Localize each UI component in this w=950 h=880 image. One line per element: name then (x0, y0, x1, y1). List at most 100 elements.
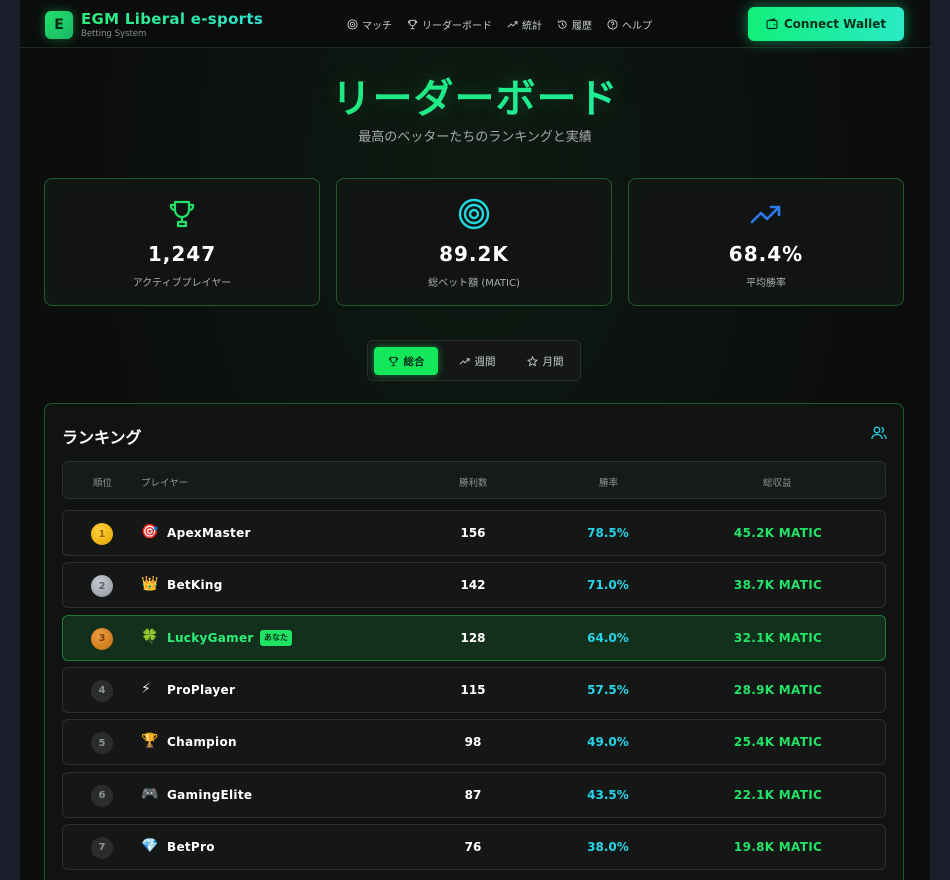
player-avatar-icon: 🎮 (141, 785, 159, 802)
stat-value: 89.2K (439, 242, 509, 266)
ranking-title: ランキング (62, 428, 142, 447)
brand-subtitle: Betting System (81, 29, 147, 39)
trophy-icon (388, 356, 398, 366)
win-rate-value: 57.5% (587, 682, 629, 697)
target-icon (458, 198, 490, 230)
trophy-icon (169, 200, 195, 228)
earnings-value: 22.1K MATIC (733, 787, 823, 802)
wins-value: 142 (460, 578, 486, 593)
earnings-value: 19.8K MATIC (733, 839, 823, 854)
ranking-panel: ランキング 順位 プレイヤー 勝利数 勝率 総収益 1 🎯 ApexMaster 15… (44, 403, 904, 880)
nav-item-help[interactable]: ヘルプ (607, 17, 652, 32)
connect-wallet-button[interactable]: Connect Wallet (748, 7, 904, 41)
player-avatar-icon: ⚡ (141, 680, 151, 697)
silver-medal-icon: 2 (91, 575, 113, 598)
stat-label: 総ベット額 (MATIC) (428, 278, 520, 289)
wins-value: 128 (460, 630, 486, 645)
nav-label: マッチ (362, 21, 392, 32)
tab-monthly[interactable]: 月間 (514, 347, 576, 375)
gold-medal-icon: 1 (91, 523, 113, 545)
win-rate-value: 38.0% (587, 839, 629, 854)
player-name[interactable]: Champion (167, 735, 237, 749)
win-rate-value: 78.5% (587, 526, 629, 540)
col-rate: 勝率 (599, 478, 619, 489)
rank-number: 7 (91, 836, 113, 859)
connect-wallet-label: Connect Wallet (783, 17, 887, 31)
stat-card-players: 1,247 アクティブプレイヤー (44, 178, 320, 306)
page-title: リーダーボード (20, 66, 930, 124)
table-row[interactable]: 3 🍀 LuckyGamer あなた 128 64.0% 32.1K MATIC (62, 614, 886, 661)
stat-label: アクティブプレイヤー (132, 278, 232, 289)
bronze-medal-icon: 3 (91, 627, 113, 650)
nav-label: ヘルプ (622, 21, 652, 32)
wins-value: 156 (460, 526, 486, 540)
table-row[interactable]: 5 🏆 Champion 98 49.0% 25.4K MATIC (62, 719, 886, 766)
wins-value: 98 (464, 735, 482, 750)
brand[interactable]: EGM Liberal e-sports Betting System (81, 10, 263, 39)
top-header: E EGM Liberal e-sports Betting System マッ… (20, 0, 930, 48)
tab-label: 月間 (542, 355, 564, 368)
nav-item-matches[interactable]: マッチ (347, 17, 392, 32)
col-rank: 順位 (93, 478, 113, 489)
col-earnings: 総収益 (763, 478, 792, 489)
player-avatar-icon: 🍀 (141, 628, 159, 645)
stat-card-total-bets: 89.2K 総ベット額 (MATIC) (336, 178, 612, 306)
table-row[interactable]: 2 👑 BetKing 142 71.0% 38.7K MATIC (62, 562, 886, 609)
player-avatar-icon: 👑 (141, 576, 159, 593)
history-icon (557, 20, 567, 29)
tab-label: 週間 (474, 355, 496, 368)
brand-title: EGM Liberal e-sports (81, 10, 264, 28)
tab-overall[interactable]: 総合 (374, 347, 438, 375)
win-rate-value: 43.5% (587, 787, 629, 802)
wins-value: 76 (464, 839, 482, 854)
trend-icon (459, 357, 470, 365)
nav-label: 履歴 (572, 21, 592, 32)
player-name[interactable]: GamingElite (167, 788, 252, 802)
tab-weekly[interactable]: 週間 (444, 347, 510, 375)
player-name[interactable]: ApexMaster (167, 526, 251, 540)
logo-icon[interactable]: E (45, 11, 73, 39)
stat-value: 68.4% (728, 242, 804, 266)
stat-label: 平均勝率 (746, 278, 786, 289)
earnings-value: 25.4K MATIC (733, 735, 823, 750)
player-name[interactable]: BetPro (167, 840, 215, 854)
trend-icon (507, 21, 518, 28)
wins-value: 87 (464, 787, 482, 802)
earnings-value: 32.1K MATIC (733, 630, 823, 645)
tab-label: 総合 (403, 355, 425, 368)
col-wins: 勝利数 (459, 478, 488, 489)
nav-label: 統計 (522, 21, 542, 32)
table-row[interactable]: 6 🎮 GamingElite 87 43.5% 22.1K MATIC (62, 771, 886, 818)
player-name[interactable]: LuckyGamer (167, 631, 254, 645)
earnings-value: 28.9K MATIC (733, 682, 823, 697)
target-icon (347, 19, 358, 30)
earnings-value: 45.2K MATIC (733, 526, 823, 540)
player-name[interactable]: BetKing (167, 578, 223, 592)
wins-value: 115 (460, 682, 486, 697)
rank-number: 4 (91, 679, 113, 702)
stat-card-win-rate: 68.4% 平均勝率 (628, 178, 904, 306)
period-tabs: 総合 週間 月間 (367, 340, 581, 381)
nav-item-leaderboard[interactable]: リーダーボード (407, 17, 492, 32)
star-icon (526, 355, 538, 366)
rank-number: 6 (91, 784, 113, 807)
stat-value: 1,247 (147, 242, 217, 266)
player-avatar-icon: 🏆 (141, 733, 159, 750)
you-badge: あなた (260, 629, 292, 646)
player-avatar-icon: 💎 (141, 837, 159, 854)
table-row[interactable]: 4 ⚡ ProPlayer 115 57.5% 28.9K MATIC (62, 666, 886, 713)
nav-item-stats[interactable]: 統計 (507, 17, 542, 32)
col-player: プレイヤー (141, 478, 189, 489)
logo-letter: E (54, 17, 64, 33)
nav-item-history[interactable]: 履歴 (557, 17, 592, 32)
users-icon[interactable] (871, 425, 887, 441)
table-row[interactable]: 7 💎 BetPro 76 38.0% 19.8K MATIC (62, 823, 886, 870)
table-row[interactable]: 1 🎯 ApexMaster 156 78.5% 45.2K MATIC (62, 510, 886, 556)
help-icon (607, 19, 618, 30)
trophy-icon (407, 19, 418, 30)
rank-number: 5 (91, 732, 113, 755)
win-rate-value: 71.0% (587, 578, 629, 593)
table-header: 順位 プレイヤー 勝利数 勝率 総収益 (62, 461, 886, 499)
player-name[interactable]: ProPlayer (167, 683, 235, 697)
page-subtitle: 最高のベッターたちのランキングと実績 (358, 130, 592, 145)
